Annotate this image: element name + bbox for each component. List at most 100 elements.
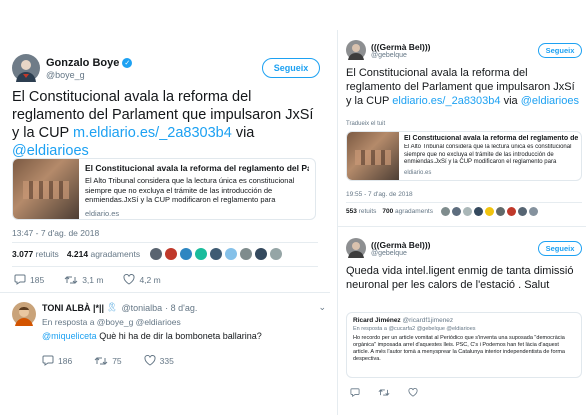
link-card[interactable]: El Constitucional avala la reforma del r… <box>12 158 316 220</box>
reply-button[interactable]: 185 <box>14 274 44 285</box>
liker-avatar[interactable] <box>474 207 483 216</box>
divider <box>0 292 330 293</box>
follow-button[interactable]: Segueix <box>538 240 582 256</box>
avatar[interactable] <box>346 40 366 60</box>
heart-icon <box>123 274 135 285</box>
card-title: El Constitucional avala la reforma del r… <box>85 163 309 173</box>
follow-button[interactable]: Segueix <box>262 58 320 78</box>
quote-text: Ho recordo per un article vomitat al Per… <box>353 335 565 362</box>
quoted-tweet[interactable]: Ricard Jiménez @ricardf1jimenez En respo… <box>346 312 582 378</box>
like-button[interactable]: 4,2 m <box>123 274 161 285</box>
quote-in-reply-to: En resposta a @cucarfa2 @gebelque @eldia… <box>353 326 476 332</box>
tweet-timestamp[interactable]: 19:55 - 7 d'ag. de 2018 <box>346 191 413 198</box>
author-handle[interactable]: @boye_g <box>46 70 132 80</box>
divider <box>338 226 586 227</box>
link-card[interactable]: El Constitucional avala la reforma del r… <box>346 131 582 181</box>
divider <box>12 266 318 267</box>
follow-button[interactable]: Segueix <box>538 42 582 58</box>
liker-avatar[interactable] <box>255 248 268 260</box>
mention-link[interactable]: @eldiarioes <box>521 95 579 107</box>
liker-avatar[interactable] <box>210 248 223 260</box>
verified-icon: ✓ <box>122 57 133 68</box>
retweet-icon <box>64 275 78 285</box>
reply-body: Què hi ha de dir la bomboneta ballarina? <box>99 331 262 341</box>
liker-avatar[interactable] <box>180 248 193 260</box>
liker-avatar[interactable] <box>195 248 208 260</box>
like-button[interactable]: 335 <box>144 355 174 366</box>
article-link[interactable]: m.eldiario.es/_2a8303b4 <box>73 125 232 141</box>
reply-icon <box>14 274 26 285</box>
quote-author-name: Ricard Jiménez <box>353 317 401 324</box>
likers-avatars <box>150 248 283 260</box>
avatar[interactable] <box>12 54 40 82</box>
liker-avatar[interactable] <box>225 248 238 260</box>
liker-avatar[interactable] <box>270 248 283 260</box>
heart-icon <box>144 355 156 366</box>
reply-button[interactable] <box>350 388 360 397</box>
retweets-stat[interactable]: 3.077 retuits <box>12 249 59 259</box>
tweet-stats: 553 retuits 700 agradaments <box>346 207 582 216</box>
liker-avatar[interactable] <box>463 207 472 216</box>
tweet-actions: 185 3,1 m 4,2 m <box>14 274 161 285</box>
reply-button[interactable]: 186 <box>42 355 72 366</box>
liker-avatar[interactable] <box>529 207 538 216</box>
liker-avatar[interactable] <box>441 207 450 216</box>
liker-avatar[interactable] <box>485 207 494 216</box>
via-text: via <box>235 125 255 141</box>
reply-text: @miqueliceta Què hi ha de dir la bombone… <box>42 331 326 341</box>
liker-avatar[interactable] <box>452 207 461 216</box>
reply-avatar[interactable] <box>12 302 36 326</box>
reply-icon <box>350 388 360 397</box>
retweet-button[interactable]: 3,1 m <box>64 274 103 285</box>
likers-avatars <box>441 207 538 216</box>
author-handle[interactable]: @gebelque <box>371 250 431 257</box>
reply-author-name[interactable]: TONI ALBÀ |*|| <box>42 303 104 313</box>
retweet-button[interactable]: 75 <box>94 355 122 366</box>
author-name[interactable]: (((Germà Bel))) <box>371 240 431 250</box>
card-title: El Constitucional avala la reforma del r… <box>404 135 578 142</box>
likes-stat[interactable]: 4.214 agradaments <box>67 249 140 259</box>
reply-actions: 186 75 335 <box>42 355 326 366</box>
likes-stat[interactable]: 700 agradaments <box>382 208 433 215</box>
quote-author: Ricard Jiménez @ricardf1jimenez <box>353 317 575 324</box>
retweet-icon <box>94 356 108 366</box>
tweet-header: Gonzalo Boye ✓ @boye_g Segueix <box>12 54 320 82</box>
card-thumbnail <box>13 159 79 219</box>
retweets-stat[interactable]: 553 retuits <box>346 208 376 215</box>
reply-author-handle[interactable]: @tonialba <box>122 303 163 313</box>
mention-link[interactable]: @eldiarioes <box>12 143 89 159</box>
quote-author-handle: @ricardf1jimenez <box>402 317 454 324</box>
reply-mention[interactable]: @miqueliceta <box>42 331 97 341</box>
author-handle[interactable]: @gebelque <box>371 52 431 59</box>
liker-avatar[interactable] <box>240 248 253 260</box>
liker-avatar[interactable] <box>518 207 527 216</box>
translate-link[interactable]: Tradueix el tuit <box>346 121 385 127</box>
tweet-text: El Constitucional avala la reforma del r… <box>346 66 582 108</box>
liker-avatar[interactable] <box>165 248 178 260</box>
tweet-stats: 3.077 retuits 4.214 agradaments <box>12 248 320 260</box>
like-button[interactable] <box>408 388 418 397</box>
card-thumbnail <box>347 132 399 180</box>
reply-icon <box>42 355 54 366</box>
avatar[interactable] <box>346 238 366 258</box>
retweet-button[interactable] <box>378 388 390 397</box>
left-tweet-panel: Gonzalo Boye ✓ @boye_g Segueix El Consti… <box>0 40 330 415</box>
liker-avatar[interactable] <box>496 207 505 216</box>
retweet-icon <box>378 388 390 397</box>
author-name[interactable]: (((Germà Bel))) <box>371 42 431 52</box>
person-icon <box>348 242 364 258</box>
tweet-text: Queda vida intel.ligent enmig de tanta d… <box>346 265 574 291</box>
reply-in-reply-to: En resposta a @boye_g @eldiarioes <box>42 317 181 327</box>
liker-avatar[interactable] <box>507 207 516 216</box>
tweet-actions <box>350 388 418 397</box>
card-description: El Alto Tribunal considera que la lectur… <box>85 176 295 204</box>
person-icon <box>16 60 36 82</box>
article-link[interactable]: eldiario.es/_2a8303b4 <box>392 95 500 107</box>
liker-avatar[interactable] <box>150 248 163 260</box>
author-name[interactable]: Gonzalo Boye <box>46 57 119 69</box>
tweet-timestamp[interactable]: 13:47 - 7 d'ag. de 2018 <box>12 228 99 238</box>
chevron-down-icon[interactable]: ⌄ <box>318 302 326 313</box>
ribbon-icon: 🎗 <box>106 302 118 312</box>
reply-time[interactable]: · 8 d'ag. <box>165 303 197 313</box>
card-domain: eldiario.es <box>85 209 120 218</box>
